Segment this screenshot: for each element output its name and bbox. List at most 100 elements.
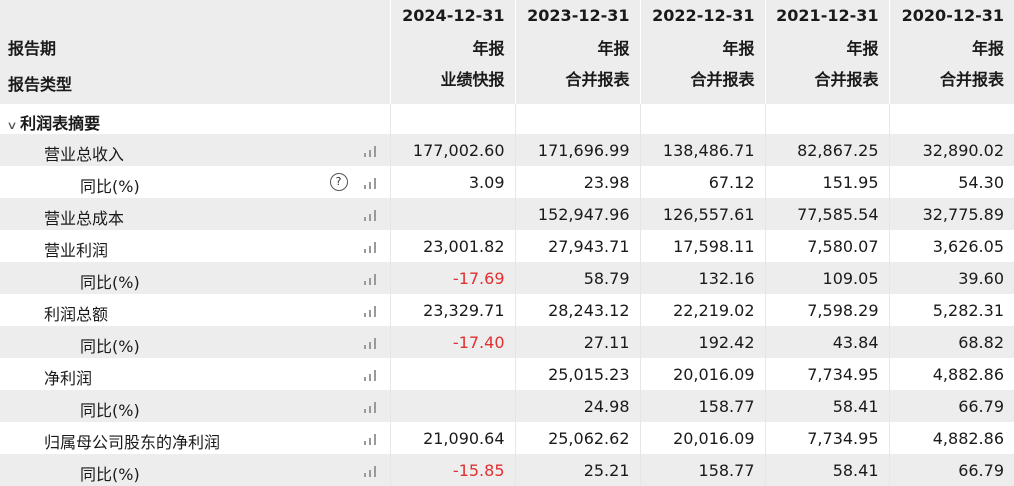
row-label: 同比(%): [80, 401, 140, 420]
type-label: 报告类型: [0, 62, 390, 104]
date-header[interactable]: 2023-12-31: [514, 0, 640, 31]
table-row: 利润总额 23,329.71 28,243.12 22,219.02 7,598.29 5…: [0, 294, 1014, 326]
value-cell: 27.11: [514, 326, 640, 358]
period-header: 年报: [639, 31, 765, 62]
value-cell: 7,580.07: [764, 230, 889, 262]
value-cell: 132.16: [639, 262, 765, 294]
section-row[interactable]: ∨ 利润表摘要: [0, 104, 1014, 134]
value-cell: 66.79: [888, 454, 1014, 486]
type-header: 合并报表: [764, 62, 889, 104]
value-cell: 152,947.96: [514, 198, 640, 230]
value-cell: 158.77: [639, 454, 765, 486]
bar-chart-icon[interactable]: [363, 369, 378, 381]
value-cell: 7,734.95: [764, 422, 889, 454]
date-header[interactable]: 2022-12-31: [639, 0, 765, 31]
row-label: 同比(%): [80, 273, 140, 292]
table-row: 同比(%) 24.98 158.77 58.41 66.79: [0, 390, 1014, 422]
value-cell: -15.85: [389, 454, 515, 486]
table-row: 同比(%) -17.69 58.79 132.16 109.05 39.60: [0, 262, 1014, 294]
type-header: 合并报表: [888, 62, 1014, 104]
value-cell: 23,001.82: [389, 230, 515, 262]
period-header: 年报: [764, 31, 889, 62]
income-summary-table: 2024-12-31 2023-12-31 2022-12-31 2021-12…: [0, 0, 1014, 486]
type-header: 合并报表: [514, 62, 640, 104]
row-label: 营业利润: [44, 241, 109, 260]
value-cell: 23,329.71: [389, 294, 515, 326]
bar-chart-icon[interactable]: [363, 145, 378, 157]
value-cell: 25,062.62: [514, 422, 640, 454]
value-cell: 151.95: [764, 166, 889, 198]
period-label: 报告期: [0, 31, 390, 62]
value-cell: [389, 390, 515, 422]
bar-chart-icon[interactable]: [363, 177, 378, 189]
bar-chart-icon[interactable]: [363, 433, 378, 445]
value-cell: 43.84: [764, 326, 889, 358]
period-header: 年报: [389, 31, 515, 62]
value-cell: 66.79: [888, 390, 1014, 422]
value-cell: 4,882.86: [888, 358, 1014, 390]
value-cell: 171,696.99: [514, 134, 640, 166]
value-cell: [389, 198, 515, 230]
date-header[interactable]: 2021-12-31: [764, 0, 889, 31]
table-row: 营业总成本 152,947.96 126,557.61 77,585.54 32,775…: [0, 198, 1014, 230]
row-label: 同比(%): [80, 177, 140, 196]
value-cell: 7,598.29: [764, 294, 889, 326]
value-cell: 77,585.54: [764, 198, 889, 230]
type-header: 合并报表: [639, 62, 765, 104]
header-row-type: 报告类型 业绩快报 合并报表 合并报表 合并报表 合并报表: [0, 62, 1014, 104]
value-cell: 158.77: [639, 390, 765, 422]
value-cell: 25.21: [514, 454, 640, 486]
value-cell: 3.09: [389, 166, 515, 198]
bar-chart-icon[interactable]: [363, 401, 378, 413]
value-cell: -17.40: [389, 326, 515, 358]
value-cell: 126,557.61: [639, 198, 765, 230]
row-label: 利润总额: [44, 305, 109, 324]
bar-chart-icon[interactable]: [363, 465, 378, 477]
value-cell: 3,626.05: [888, 230, 1014, 262]
value-cell: 192.42: [639, 326, 765, 358]
type-header: 业绩快报: [389, 62, 515, 104]
value-cell: 25,015.23: [514, 358, 640, 390]
help-icon[interactable]: ?: [329, 173, 348, 191]
value-cell: 32,775.89: [888, 198, 1014, 230]
value-cell: 138,486.71: [639, 134, 765, 166]
table-row: 归属母公司股东的净利润 21,090.64 25,062.62 20,016.09 7,…: [0, 422, 1014, 454]
value-cell: 82,867.25: [764, 134, 889, 166]
value-cell: 68.82: [888, 326, 1014, 358]
value-cell: 20,016.09: [639, 422, 765, 454]
value-cell: 5,282.31: [888, 294, 1014, 326]
value-cell: 58.41: [764, 454, 889, 486]
row-label: 营业总收入: [44, 145, 125, 164]
bar-chart-icon[interactable]: [363, 305, 378, 317]
header-row-period: 报告期 年报 年报 年报 年报 年报: [0, 31, 1014, 62]
value-cell: 27,943.71: [514, 230, 640, 262]
value-cell: 22,219.02: [639, 294, 765, 326]
chevron-down-icon[interactable]: ∨: [6, 119, 17, 132]
bar-chart-icon[interactable]: [363, 337, 378, 349]
value-cell: -17.69: [389, 262, 515, 294]
value-cell: 54.30: [888, 166, 1014, 198]
period-header: 年报: [514, 31, 640, 62]
value-cell: 21,090.64: [389, 422, 515, 454]
row-label: 同比(%): [80, 465, 140, 484]
row-label: 净利润: [44, 369, 93, 388]
bar-chart-icon[interactable]: [363, 273, 378, 285]
value-cell: 23.98: [514, 166, 640, 198]
data-rows: 营业总收入 177,002.60 171,696.99 138,486.71 82,86…: [0, 134, 1014, 486]
row-label: 营业总成本: [44, 209, 125, 228]
date-header[interactable]: 2024-12-31: [389, 0, 515, 31]
bar-chart-icon[interactable]: [363, 209, 378, 221]
table-row: 营业总收入 177,002.60 171,696.99 138,486.71 82,86…: [0, 134, 1014, 166]
value-cell: 4,882.86: [888, 422, 1014, 454]
value-cell: 39.60: [888, 262, 1014, 294]
date-header[interactable]: 2020-12-31: [888, 0, 1014, 31]
period-header: 年报: [888, 31, 1014, 62]
table-row: 同比(%) -17.40 27.11 192.42 43.84 68.82: [0, 326, 1014, 358]
section-toggle[interactable]: ∨ 利润表摘要: [6, 110, 100, 134]
bar-chart-icon[interactable]: [363, 241, 378, 253]
value-cell: 109.05: [764, 262, 889, 294]
value-cell: 7,734.95: [764, 358, 889, 390]
table-row: 净利润 25,015.23 20,016.09 7,734.95 4,882.86: [0, 358, 1014, 390]
value-cell: 32,890.02: [888, 134, 1014, 166]
value-cell: 67.12: [639, 166, 765, 198]
